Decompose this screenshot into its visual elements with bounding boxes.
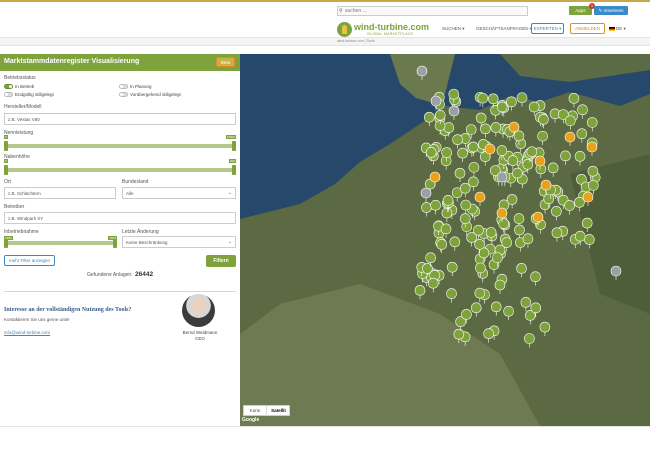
- status-option-label: Endgültig stillgelegt: [15, 92, 54, 97]
- breadcrumb-bar: wind-turbine.com | Tools: [0, 37, 650, 46]
- toggle-switch[interactable]: [4, 84, 13, 90]
- avatar: [182, 294, 215, 327]
- status-toggle-temporarily-decommissioned[interactable]: Vorübergehend stillgelegt: [119, 92, 181, 98]
- logo-name: wind-turbine.com: [354, 22, 429, 32]
- found-count-value: 26442: [135, 271, 154, 278]
- state-label: Bundesland: [122, 179, 149, 185]
- experts-label: EXPERTEN: [533, 26, 558, 31]
- map-type-satellite[interactable]: Satellit: [266, 406, 290, 416]
- hub-min-handle[interactable]: [4, 165, 8, 175]
- logo-mark-icon: [337, 22, 352, 37]
- chevron-down-icon: ▾: [462, 26, 465, 31]
- filter-button[interactable]: Filtern: [206, 255, 236, 267]
- commission-label: Inbetriebnahme: [4, 229, 39, 235]
- nav-search[interactable]: SUCHEN ▾: [442, 26, 465, 32]
- status-toggle-decommissioned[interactable]: Endgültig stillgelegt: [4, 92, 54, 98]
- google-logo: Google: [242, 417, 260, 423]
- hub-min-value: 0: [4, 159, 8, 163]
- power-max-value: 15000: [225, 135, 236, 139]
- satellite-map-image[interactable]: [240, 54, 650, 426]
- login-label: ANMELDEN: [574, 26, 600, 31]
- operator-placeholder: z.B. Windpark XY: [8, 216, 44, 221]
- found-count-label: Gefundene Anlagen:: [87, 272, 133, 278]
- status-toggle-in-operation[interactable]: In Betrieb: [4, 84, 35, 90]
- last-change-selected-value: Keine Beschränkung: [126, 240, 168, 245]
- manufacturer-label: Hersteller/Modell: [4, 104, 42, 110]
- location-label: Ort: [4, 179, 11, 185]
- power-label: Nennleistung: [4, 130, 34, 136]
- search-icon: ⚲: [339, 8, 343, 14]
- status-option-label: Vorübergehend stillgelegt: [130, 92, 181, 97]
- commission-range-slider[interactable]: 1980 2023: [4, 236, 117, 248]
- last-change-select[interactable]: Keine Beschränkung ⌄: [122, 236, 236, 248]
- toggle-switch[interactable]: [119, 84, 128, 90]
- filter-panel: Marktstammdatenregister Visualisierung B…: [0, 54, 240, 426]
- experts-button[interactable]: EXPERTEN ▾: [531, 23, 564, 34]
- contact-person: Bernd Weidmann CEO: [170, 330, 230, 342]
- nav-search-label: SUCHEN: [442, 26, 462, 31]
- section-divider: [4, 291, 236, 292]
- apps-label: Apps: [575, 8, 586, 13]
- promo-text: Kontaktieren Sie uns gerne unter: [4, 317, 70, 322]
- logo-tagline: GLOBAL MARKETPLACE: [367, 32, 414, 36]
- map-type-map[interactable]: Karte: [244, 406, 266, 416]
- hub-height-label: Nabenhöhe: [4, 154, 30, 160]
- status-option-label: In Planung: [130, 84, 152, 89]
- map-type-toggle[interactable]: Karte Satellit: [243, 405, 290, 416]
- beta-badge: Beta: [216, 57, 235, 67]
- login-button[interactable]: ANMELDEN: [570, 23, 605, 34]
- chevron-down-icon: ▾: [623, 26, 626, 31]
- hub-height-range-slider[interactable]: 0 200: [4, 159, 236, 175]
- nav-business-requests[interactable]: GESCHÄFTSANFRAGEN ▾: [476, 26, 532, 32]
- german-flag-icon: [609, 26, 615, 31]
- power-range-slider[interactable]: 0 15000: [4, 135, 236, 151]
- chevron-down-icon: ⌄: [227, 239, 232, 245]
- location-input[interactable]: z.B. Schlüchtern: [4, 187, 116, 199]
- hub-max-value: 200: [228, 159, 236, 163]
- turbine-map[interactable]: [240, 54, 650, 426]
- power-max-handle[interactable]: [232, 141, 236, 151]
- last-change-label: Letzte Änderung: [122, 229, 159, 235]
- toggle-switch[interactable]: [4, 92, 13, 98]
- state-selected-value: Alle: [126, 191, 134, 196]
- breadcrumb: wind-turbine.com | Tools: [337, 39, 375, 43]
- footer-divider: [0, 426, 650, 427]
- language-label: DE: [616, 26, 623, 31]
- operator-input[interactable]: z.B. Windpark XY: [4, 212, 236, 224]
- commission-min-value: 1980: [4, 236, 13, 240]
- commission-max-value: 2023: [108, 236, 117, 240]
- operator-label: Betreiber: [4, 204, 25, 210]
- panel-header: Marktstammdatenregister Visualisierung B…: [0, 54, 240, 71]
- state-select[interactable]: Alle ⌄: [122, 187, 236, 199]
- promo-email-link[interactable]: info@wind-turbine.com: [4, 330, 50, 335]
- more-filters-button[interactable]: mehr Filter anzeigen: [4, 255, 55, 266]
- search-placeholder: suchen ...: [345, 8, 367, 14]
- chevron-down-icon: ▾: [559, 26, 562, 31]
- power-min-value: 0: [4, 135, 8, 139]
- search-input[interactable]: ⚲ suchen ...: [337, 6, 528, 16]
- promo-title: Interesse an der vollständigen Nutzung d…: [4, 307, 132, 313]
- page-title: Marktstammdatenregister Visualisierung: [4, 58, 140, 65]
- insert-label: Inserieren: [603, 8, 624, 13]
- status-toggle-planned[interactable]: In Planung: [119, 84, 152, 90]
- location-placeholder: z.B. Schlüchtern: [8, 191, 41, 196]
- power-min-handle[interactable]: [4, 141, 8, 151]
- insert-listing-button[interactable]: ✎ Inserieren: [594, 6, 628, 15]
- chevron-down-icon: ⌄: [227, 190, 232, 196]
- manufacturer-placeholder: z.B. Vestas V80: [8, 117, 40, 122]
- hub-max-handle[interactable]: [232, 165, 236, 175]
- toggle-switch[interactable]: [119, 92, 128, 98]
- site-logo[interactable]: wind-turbine.com GLOBAL MARKETPLACE: [337, 22, 429, 38]
- manufacturer-input[interactable]: z.B. Vestas V80: [4, 113, 236, 125]
- status-label: Betriebsstatus: [4, 75, 36, 81]
- contact-role: CEO: [195, 336, 205, 341]
- status-option-label: In Betrieb: [15, 84, 35, 89]
- nav-business-label: GESCHÄFTSANFRAGEN: [476, 26, 529, 31]
- language-selector[interactable]: DE ▾: [609, 26, 626, 32]
